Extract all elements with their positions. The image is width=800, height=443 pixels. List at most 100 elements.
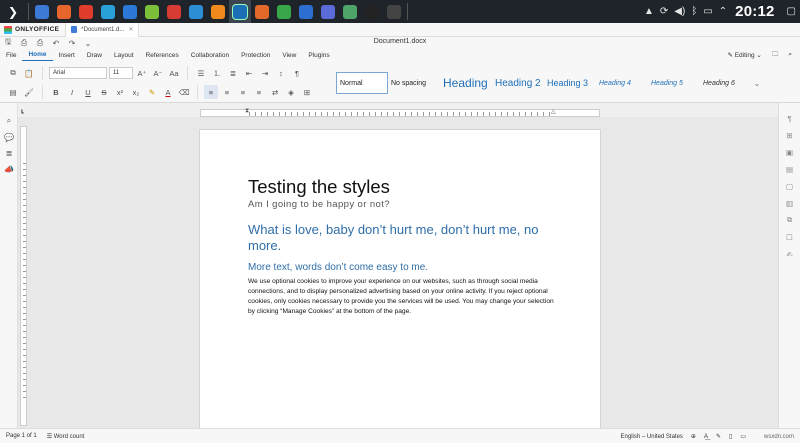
terminal-app[interactable] [361,0,383,23]
layers-app[interactable] [229,0,251,23]
italic-icon[interactable]: I [65,85,79,99]
justify-icon[interactable]: ≡ [252,85,266,99]
increase-indent-icon[interactable]: ⇥ [258,66,272,80]
format-painter-icon[interactable]: 🖌 [22,85,36,99]
tab-view[interactable]: View [276,49,302,61]
font-color-icon[interactable]: A [161,85,175,99]
font-name-select[interactable]: Arial [49,67,107,79]
clear-style-icon[interactable]: ⌫ [177,85,191,99]
paste-icon[interactable]: 📋 [22,66,36,80]
fit-width-icon[interactable]: ▭ [740,433,746,440]
document-canvas[interactable]: Testing the styles Am I going to be happ… [18,117,778,430]
tab-layout[interactable]: Layout [108,49,140,61]
code-app[interactable] [317,0,339,23]
bullets-icon[interactable]: ☰ [194,66,208,80]
doc-heading1-text[interactable]: What is love, baby don’t hurt me, don’t … [248,222,554,254]
right-indent-marker[interactable]: △ [551,108,556,115]
rednotebook-app[interactable] [163,0,185,23]
clipboard-icon[interactable]: ▤ [6,85,20,99]
multilevel-list-icon[interactable]: ≣ [226,66,240,80]
subscript-icon[interactable]: x₂ [129,85,143,99]
document-tab[interactable]: *Document1.d... ✕ [65,22,140,37]
styles-more-icon[interactable]: ⌄ [752,72,762,94]
style-heading-3[interactable]: Heading 3 [544,72,596,94]
doc-subtitle-text[interactable]: Am I going to be happy or not? [248,199,554,210]
console-app[interactable] [383,0,405,23]
notification-icon[interactable]: ▲ [644,6,654,17]
search-icon[interactable]: ⌕ [788,51,792,59]
firefox-app[interactable] [53,0,75,23]
style-heading-2[interactable]: Heading 2 [492,72,544,94]
paragraph-marks-icon[interactable]: ¶ [290,66,304,80]
tab-home[interactable]: Home [22,49,53,61]
copy-icon[interactable]: ⧉ [6,66,20,80]
tab-plugins[interactable]: Plugins [302,49,335,61]
editing-mode-button[interactable]: ✎ Editing ⌄ [727,51,761,59]
document-app[interactable] [295,0,317,23]
app-launcher-icon[interactable]: ❯ [0,0,26,23]
edge-app[interactable] [97,0,119,23]
align-left-icon[interactable]: ≡ [204,85,218,99]
signature-icon[interactable]: ✍ [783,247,797,261]
tab-selector-icon[interactable]: ┗ [20,110,24,117]
tab-insert[interactable]: Insert [53,49,81,61]
tab-file[interactable]: File [0,49,22,61]
borders-icon[interactable]: ⊞ [300,85,314,99]
textart-icon[interactable]: ⧉ [783,213,797,227]
table-settings-icon[interactable]: ⊞ [783,128,797,142]
network-icon[interactable]: ▭ [703,6,712,17]
fit-page-icon[interactable]: ▯ [729,433,732,440]
document-language-icon[interactable]: ⊕ [691,433,696,440]
spellcheck-icon[interactable]: A͟ [704,434,708,440]
chart-settings-icon[interactable]: ▥ [783,196,797,210]
brave-app[interactable] [75,0,97,23]
android-app[interactable] [141,0,163,23]
style-no-spacing[interactable]: No spacing [388,72,440,94]
word-count-button[interactable]: ☰ Word count [47,433,85,440]
open-file-location-icon[interactable]: 🗀 [772,50,779,61]
tab-draw[interactable]: Draw [81,49,108,61]
image-app[interactable] [339,0,361,23]
tab-protection[interactable]: Protection [235,49,276,61]
change-case-icon[interactable]: Aa [167,66,181,80]
line-spacing-icon[interactable]: ↕ [274,66,288,80]
align-right-icon[interactable]: ≡ [236,85,250,99]
text-direction-icon[interactable]: ⇄ [268,85,282,99]
doc-body-text[interactable]: We use optional cookies to improve your … [248,277,554,317]
navigation-icon[interactable]: ≣ [0,145,18,161]
doc-title-text[interactable]: Testing the styles [248,176,554,197]
comments-icon[interactable]: 💬 [0,129,18,145]
presentation-app[interactable] [251,0,273,23]
increase-font-icon[interactable]: A⁺ [135,66,149,80]
clock[interactable]: 20:12 [735,3,774,20]
feedback-icon[interactable]: 📣 [0,161,18,177]
page-content[interactable]: Testing the styles Am I going to be happ… [248,176,554,317]
numbering-icon[interactable]: ⒈ [210,66,224,80]
document-page[interactable]: Testing the styles Am I going to be happ… [200,130,600,430]
shading-icon[interactable]: ◈ [284,85,298,99]
strikethrough-icon[interactable]: S [97,85,111,99]
horizontal-ruler[interactable]: ⧗ △ [200,108,600,117]
update-icon[interactable]: ⟳ [660,6,668,17]
desktop-icon[interactable]: ▢ [787,6,796,17]
track-changes-icon[interactable]: ✎ [716,433,721,440]
style-heading-6[interactable]: Heading 6 [700,72,752,94]
page-indicator[interactable]: Page 1 of 1 [6,433,37,439]
search-icon[interactable]: ⌕ [0,113,18,129]
style-heading-4[interactable]: Heading 4 [596,72,648,94]
doc-heading2-text[interactable]: More text, words don’t come easy to me. [248,262,554,273]
style-normal[interactable]: Normal [336,72,388,94]
superscript-icon[interactable]: x² [113,85,127,99]
earth-app[interactable] [185,0,207,23]
close-tab-icon[interactable]: ✕ [128,26,133,33]
decrease-indent-icon[interactable]: ⇤ [242,66,256,80]
left-indent-marker[interactable]: ⧗ [245,108,249,115]
header-footer-icon[interactable]: ▤ [783,162,797,176]
align-center-icon[interactable]: ≡ [220,85,234,99]
spreadsheet-app[interactable] [273,0,295,23]
bluetooth-icon[interactable]: ᛒ [691,6,697,17]
decrease-font-icon[interactable]: A⁻ [151,66,165,80]
bold-icon[interactable]: B [49,85,63,99]
tab-collaboration[interactable]: Collaboration [185,49,235,61]
vlc-app[interactable] [207,0,229,23]
